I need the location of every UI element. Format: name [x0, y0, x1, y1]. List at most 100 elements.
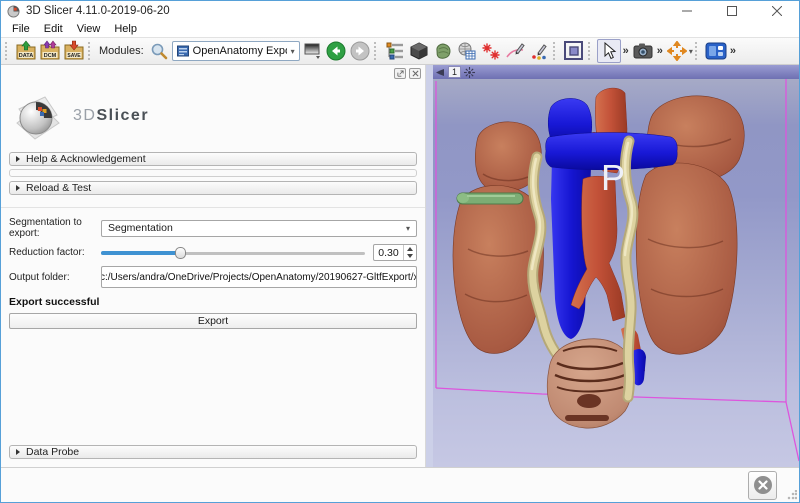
app-icon: [7, 4, 20, 18]
view-3d-canvas[interactable]: P: [433, 79, 799, 467]
module-history-button[interactable]: [302, 39, 324, 63]
volumes-button[interactable]: [407, 39, 431, 63]
status-bar: [1, 467, 799, 502]
menu-view[interactable]: View: [70, 22, 108, 36]
collapsed-frame: [9, 169, 417, 177]
extensions-button[interactable]: [704, 39, 728, 63]
annotation-line-icon: [505, 43, 525, 58]
svg-text:SAVE: SAVE: [67, 53, 81, 59]
history-back-button[interactable]: [324, 39, 348, 63]
slider-handle[interactable]: [175, 246, 187, 259]
slicer-logo-text: 3DSlicer: [73, 107, 150, 124]
resize-grip[interactable]: [787, 490, 797, 500]
screenshot-icon: [563, 41, 583, 60]
titlebar: 3D Slicer 4.11.0-2019-06-20: [1, 1, 799, 21]
close-circle-icon: [753, 476, 772, 494]
view-3d: 1 P: [433, 65, 799, 467]
module-panel: 3DSlicer Help & Acknowledgement Reload &…: [1, 65, 426, 467]
chevron-down-icon: ▾: [405, 223, 410, 233]
toolbar-drag-handle[interactable]: [552, 42, 558, 60]
reduction-factor-slider[interactable]: [101, 245, 365, 261]
module-selector-value: OpenAnatomy Export: [192, 45, 287, 57]
menu-edit[interactable]: Edit: [37, 22, 70, 36]
undock-panel-button[interactable]: [394, 68, 406, 79]
pin-icon[interactable]: [435, 68, 445, 77]
toolbar-drag-handle[interactable]: [373, 42, 379, 60]
capture-view-icon: [633, 43, 653, 59]
segmentation-label: Segmentation to export:: [9, 217, 82, 239]
screenshot-button[interactable]: [562, 39, 586, 63]
toolbar-extension-button[interactable]: »: [657, 45, 663, 57]
view-3d-header-bar: 1: [433, 65, 799, 79]
load-dicom-button[interactable]: DCM: [38, 39, 62, 63]
pelvis-bone: [546, 338, 634, 429]
module-search-icon: [151, 43, 167, 60]
section-reload-test[interactable]: Reload & Test: [9, 181, 417, 195]
mesh-table-icon: [458, 42, 476, 60]
section-data-probe[interactable]: Data Probe: [9, 445, 417, 459]
error-log-button[interactable]: [748, 470, 777, 500]
anatomy-3d-render: [435, 79, 799, 462]
load-data-button[interactable]: DATA: [14, 39, 38, 63]
minimize-button[interactable]: [664, 1, 709, 21]
segmentation-value: Segmentation: [108, 222, 173, 234]
mouse-mode-button[interactable]: [596, 39, 621, 63]
svg-text:DCM: DCM: [44, 53, 57, 59]
history-forward-button[interactable]: [348, 39, 372, 63]
annotation-line-button[interactable]: [503, 39, 527, 63]
crosshair-button[interactable]: [665, 39, 689, 63]
spin-down-button[interactable]: [404, 253, 416, 261]
module-search-button[interactable]: [148, 39, 170, 63]
module-selector-icon: [176, 45, 189, 57]
module-selector[interactable]: OpenAnatomy Export ▾: [171, 41, 300, 61]
collapse-arrow-icon: [16, 449, 20, 455]
menu-file[interactable]: File: [5, 22, 37, 36]
export-button[interactable]: Export: [9, 313, 417, 329]
separator: [1, 207, 425, 208]
markups-button[interactable]: [479, 39, 503, 63]
section-help-acknowledgement[interactable]: Help & Acknowledgement: [9, 152, 417, 166]
close-button[interactable]: [754, 1, 799, 21]
reduction-factor-label: Reduction factor:: [9, 247, 85, 258]
subject-hierarchy-button[interactable]: [383, 39, 407, 63]
models-icon: [436, 43, 451, 59]
toolbar-drag-handle[interactable]: [694, 42, 700, 60]
load-data-icon: DATA: [16, 40, 36, 60]
chevron-down-icon: ▾: [290, 46, 295, 56]
spin-up-button[interactable]: [404, 245, 416, 253]
menu-help[interactable]: Help: [107, 22, 144, 36]
capture-view-button[interactable]: [631, 39, 655, 63]
mesh-table-button[interactable]: [455, 39, 479, 63]
subject-hierarchy-icon: [386, 42, 403, 60]
center-view-icon[interactable]: [464, 66, 476, 78]
module-history-icon: [304, 43, 320, 59]
toolbar-drag-handle[interactable]: [88, 42, 93, 60]
slicer-logo: 3DSlicer: [11, 88, 425, 144]
back-icon: [326, 41, 346, 61]
close-panel-button[interactable]: [409, 68, 421, 79]
annotation-color-icon: [531, 44, 547, 60]
view-label: 1: [448, 66, 462, 78]
save-button[interactable]: SAVE: [62, 39, 86, 63]
app-window: 3D Slicer 4.11.0-2019-06-20 File Edit Vi…: [0, 0, 800, 503]
models-button[interactable]: [431, 39, 455, 63]
panel-splitter[interactable]: [426, 65, 433, 467]
crosshair-icon: [666, 41, 687, 61]
load-dicom-icon: DCM: [40, 40, 60, 60]
save-icon: SAVE: [64, 40, 84, 60]
green-marker: [456, 192, 524, 205]
main-toolbar: DATA DCM SAVE Modules: OpenAnatomy Exp ▾…: [1, 38, 799, 65]
window-title: 3D Slicer 4.11.0-2019-06-20: [26, 5, 170, 17]
right-ureter: [619, 135, 639, 403]
annotation-color-button[interactable]: [527, 39, 551, 63]
toolbar-drag-handle[interactable]: [587, 42, 593, 60]
output-folder-button[interactable]: c:/Users/andra/OneDrive/Projects/OpenAna…: [101, 266, 417, 288]
reduction-factor-spinbox[interactable]: 0.30: [373, 244, 417, 261]
chevron-down-icon[interactable]: ▾: [689, 47, 693, 56]
segmentation-combobox[interactable]: Segmentation ▾: [101, 219, 417, 237]
markups-icon: [481, 43, 500, 60]
toolbar-drag-handle[interactable]: [5, 42, 10, 60]
maximize-button[interactable]: [709, 1, 754, 21]
toolbar-extension-button[interactable]: »: [730, 45, 736, 57]
toolbar-extension-button[interactable]: »: [623, 45, 629, 57]
